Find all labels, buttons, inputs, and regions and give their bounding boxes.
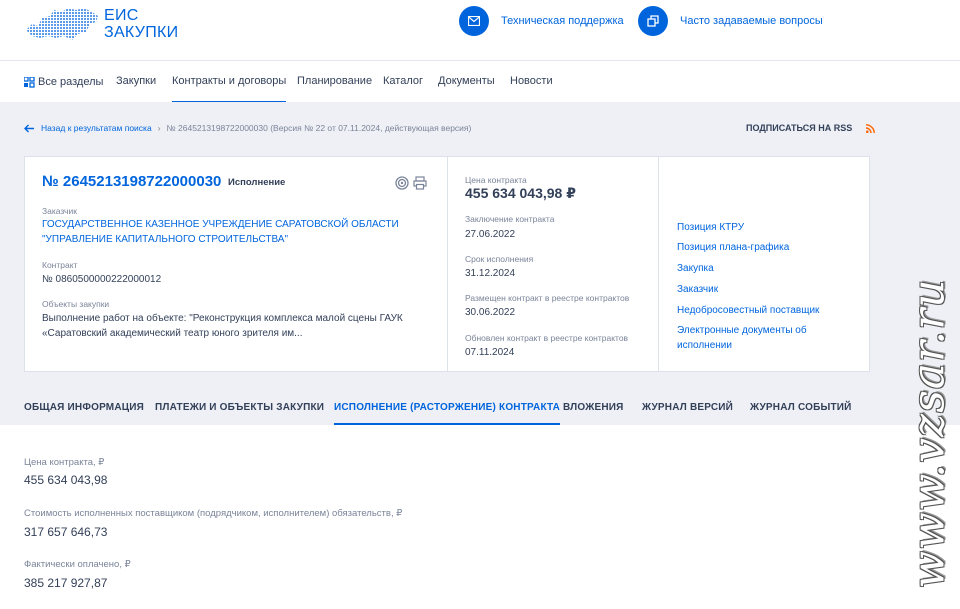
target-icon[interactable] (395, 176, 409, 195)
executed-value: 317 657 646,73 (24, 525, 108, 539)
breadcrumb: Назад к результатам поиска › № 264521319… (24, 123, 471, 133)
price-value: 455 634 043,98 ₽ (465, 185, 576, 201)
executed-label: Стоимость исполненных поставщиком (подря… (24, 508, 403, 519)
tab-attachments[interactable]: ВЛОЖЕНИЯ (563, 390, 624, 425)
nav-purchases[interactable]: Закупки (116, 61, 156, 103)
conclusion-value: 27.06.2022 (465, 229, 516, 240)
back-link[interactable]: Назад к результатам поиска (24, 123, 152, 133)
support-link[interactable]: Техническая поддержка (459, 6, 624, 36)
customer-right-link[interactable]: Заказчик (677, 282, 718, 297)
column-divider (658, 156, 659, 372)
objects-value: Выполнение работ на объекте: "Реконструк… (42, 313, 403, 339)
nav-planning[interactable]: Планирование (297, 61, 372, 103)
ktru-link[interactable]: Позиция КТРУ (677, 220, 744, 235)
support-label: Техническая поддержка (501, 15, 624, 27)
chevron-right-icon: › (157, 123, 161, 133)
nav-catalog[interactable]: Каталог (383, 61, 423, 103)
conclusion-label: Заключение контракта (465, 214, 555, 224)
purchase-link[interactable]: Закупка (677, 261, 714, 276)
logo-line1: ЕИС (104, 7, 139, 24)
contract-tabs: ОБЩАЯ ИНФОРМАЦИЯ ПЛАТЕЖИ И ОБЪЕКТЫ ЗАКУП… (0, 390, 960, 425)
breadcrumb-current: № 2645213198722000030 (Версия № 22 от 07… (166, 123, 472, 133)
tab-events-log[interactable]: ЖУРНАЛ СОБЫТИЙ (750, 390, 852, 425)
nav-all-sections[interactable]: Все разделы (24, 61, 103, 103)
term-value: 31.12.2024 (465, 268, 516, 279)
edocs-link[interactable]: Электронные документы об исполнении (677, 323, 807, 353)
grid-icon (24, 76, 35, 88)
printer-icon[interactable] (413, 176, 427, 195)
customer-link[interactable]: ГОСУДАРСТВЕННОЕ КАЗЕННОЕ УЧРЕЖДЕНИЕ САРА… (42, 217, 399, 247)
contract-number[interactable]: № 2645213198722000030 (42, 173, 221, 190)
tab-payments[interactable]: ПЛАТЕЖИ И ОБЪЕКТЫ ЗАКУПКИ (155, 390, 324, 425)
watermark: www.vzsar.ru (903, 277, 955, 589)
rss-icon (866, 123, 876, 133)
rss-subscribe-link[interactable]: ПОДПИСАТЬСЯ НА RSS (746, 123, 876, 133)
exec-price-value: 455 634 043,98 (24, 473, 108, 487)
contract-value: № 0860500000222000012 (42, 274, 162, 285)
contract-label: Контракт (42, 260, 78, 270)
nav-documents[interactable]: Документы (438, 61, 495, 103)
logo-line2: ЗАКУПКИ (104, 24, 179, 41)
russia-map-logo-icon (26, 8, 98, 40)
price-label: Цена контракта (465, 175, 527, 185)
updated-label: Обновлен контракт в реестре контрактов (465, 333, 629, 343)
nav-contracts[interactable]: Контракты и договоры (172, 61, 287, 103)
tab-execution[interactable]: ИСПОЛНЕНИЕ (РАСТОРЖЕНИЕ) КОНТРАКТА (334, 390, 561, 425)
logo[interactable]: ЕИС ЗАКУПКИ (24, 6, 178, 42)
nav-news[interactable]: Новости (510, 61, 553, 103)
header: ЕИС ЗАКУПКИ Техническая поддержка Часто … (0, 0, 960, 60)
term-label: Срок исполнения (465, 254, 534, 264)
main-nav: Все разделы Закупки Контракты и договоры… (0, 60, 960, 103)
tab-versions-log[interactable]: ЖУРНАЛ ВЕРСИЙ (642, 390, 733, 425)
paid-label: Фактически оплачено, ₽ (24, 559, 131, 570)
objects-label: Объекты закупки (42, 299, 110, 309)
faq-link[interactable]: Часто задаваемые вопросы (638, 6, 823, 36)
copy-icon (638, 6, 668, 36)
plan-link[interactable]: Позиция плана-графика (677, 240, 789, 255)
column-divider (447, 156, 448, 372)
tab-general-info[interactable]: ОБЩАЯ ИНФОРМАЦИЯ (24, 390, 144, 425)
customer-label: Заказчик (42, 206, 77, 216)
updated-value: 07.11.2024 (465, 347, 515, 358)
faq-label: Часто задаваемые вопросы (680, 15, 823, 27)
status-badge: Исполнение (228, 177, 286, 188)
paid-value: 385 217 927,87 (24, 576, 108, 590)
unfair-supplier-link[interactable]: Недобросовестный поставщик (677, 303, 819, 318)
mail-icon (459, 6, 489, 36)
arrow-left-icon (24, 124, 34, 132)
placed-label: Размещен контракт в реестре контрактов (465, 293, 630, 303)
placed-value: 30.06.2022 (465, 307, 516, 318)
exec-price-label: Цена контракта, ₽ (24, 457, 105, 468)
